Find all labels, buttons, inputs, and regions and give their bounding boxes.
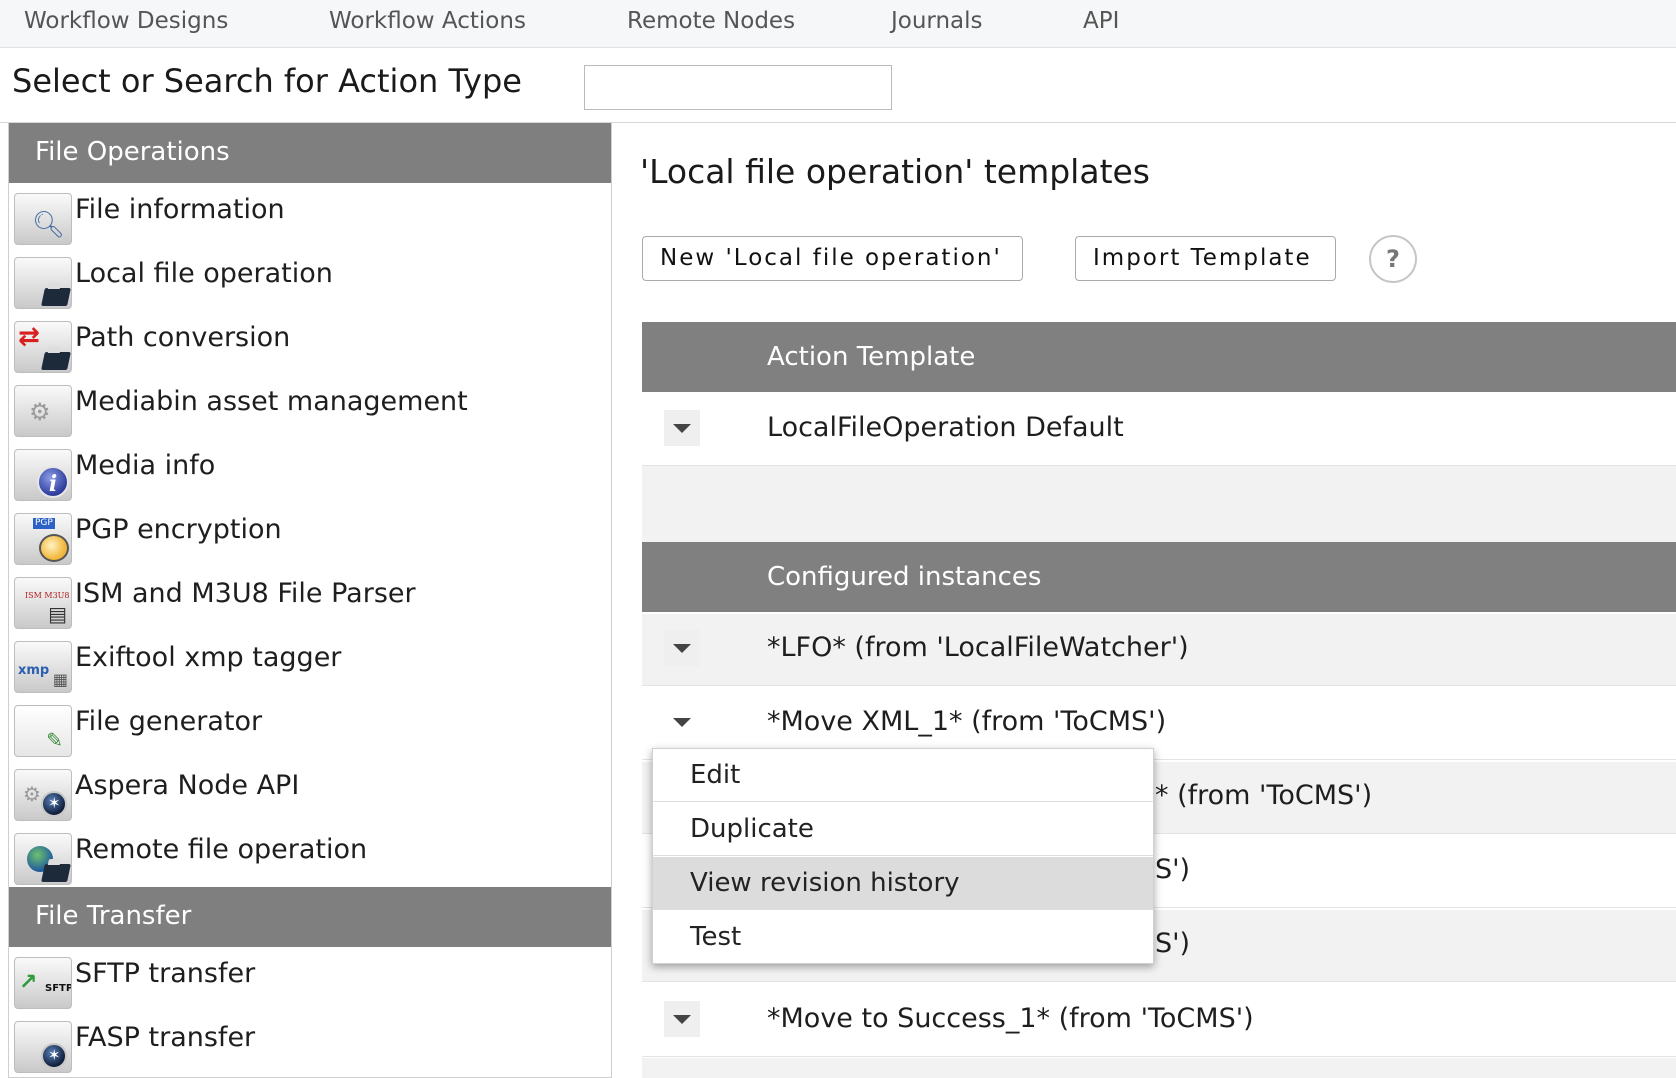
file-information-icon: 🔍︎ xyxy=(14,193,72,245)
pgp-encryption-icon: PGP xyxy=(14,513,72,565)
action-item-label: ISM and M3U8 File Parser xyxy=(75,578,416,609)
menu-item-edit[interactable]: Edit xyxy=(653,749,1153,802)
aspera-node-api-icon: ⚙ xyxy=(14,769,72,821)
row-label: *LFO* (from 'LocalFileWatcher') xyxy=(767,632,1189,663)
action-item-label: Aspera Node API xyxy=(75,770,300,801)
action-item-label: Local file operation xyxy=(75,258,333,289)
spacer-row xyxy=(642,466,1676,542)
action-item-label: PGP encryption xyxy=(75,514,282,545)
row-label: S') xyxy=(1155,928,1191,959)
nav-workflow-actions[interactable]: Workflow Actions xyxy=(329,8,526,34)
chevron-down-icon[interactable] xyxy=(664,1001,700,1037)
action-item-label: File information xyxy=(75,194,285,225)
file-generator-icon: ✎ xyxy=(14,705,72,757)
row-label: LocalFileOperation Default xyxy=(767,412,1124,443)
action-item-pgp-encryption[interactable]: PGP PGP encryption xyxy=(9,503,611,567)
row-label: S') xyxy=(1155,854,1191,885)
action-item-label: SFTP transfer xyxy=(75,958,256,989)
search-title: Select or Search for Action Type xyxy=(12,62,522,100)
configured-instances-header: Configured instances xyxy=(642,542,1676,612)
nav-journals[interactable]: Journals xyxy=(891,8,983,34)
action-item-label: Remote file operation xyxy=(75,834,368,865)
table-row: *Move to Success_1* (from 'ToCMS') xyxy=(642,985,1676,1057)
row-label: *Move to Success_1* (from 'ToCMS') xyxy=(767,1003,1254,1034)
action-item-label: Media info xyxy=(75,450,216,481)
action-item-label: File generator xyxy=(75,706,263,737)
action-item-file-information[interactable]: 🔍︎ File information xyxy=(9,183,611,247)
category-header-file-operations[interactable]: File Operations xyxy=(9,123,611,183)
row-label: * (from 'ToCMS') xyxy=(1155,780,1373,811)
action-item-label: Exiftool xmp tagger xyxy=(75,642,342,673)
action-item-label: FASP transfer xyxy=(75,1022,256,1053)
nav-workflow-designs[interactable]: Workflow Designs xyxy=(24,8,228,34)
media-info-icon: i xyxy=(14,449,72,501)
table-row xyxy=(642,1058,1676,1078)
nav-api[interactable]: API xyxy=(1083,8,1119,34)
action-item-remote-file-operation[interactable]: Remote file operation xyxy=(9,823,611,887)
import-template-button[interactable]: Import Template xyxy=(1075,236,1336,281)
help-icon[interactable]: ? xyxy=(1369,235,1417,283)
new-template-button[interactable]: New 'Local file operation' xyxy=(642,236,1023,281)
nav-remote-nodes[interactable]: Remote Nodes xyxy=(627,8,795,34)
page-title: 'Local file operation' templates xyxy=(640,152,1151,191)
table-row: *LFO* (from 'LocalFileWatcher') xyxy=(642,614,1676,686)
local-file-operation-icon xyxy=(14,257,72,309)
search-input[interactable] xyxy=(584,65,892,110)
action-item-sftp-transfer[interactable]: ↗ SFTP SFTP transfer xyxy=(9,947,611,1011)
action-item-path-conversion[interactable]: ⇄ Path conversion xyxy=(9,311,611,375)
fasp-transfer-icon xyxy=(14,1021,72,1073)
action-type-list: File Operations 🔍︎ File information Loca… xyxy=(8,123,612,1078)
chevron-down-icon[interactable] xyxy=(664,630,700,666)
sftp-transfer-icon: ↗ SFTP xyxy=(14,957,72,1009)
action-item-local-file-operation[interactable]: Local file operation xyxy=(9,247,611,311)
row-label: *Move XML_1* (from 'ToCMS') xyxy=(767,706,1167,737)
chevron-down-icon[interactable] xyxy=(664,704,700,740)
chevron-down-icon[interactable] xyxy=(664,410,700,446)
action-item-media-info[interactable]: i Media info xyxy=(9,439,611,503)
ism-m3u8-parser-icon: ISM M3U8 ▤ xyxy=(14,577,72,629)
action-template-header: Action Template xyxy=(642,322,1676,392)
action-item-label: Mediabin asset management xyxy=(75,386,468,417)
action-item-mediabin[interactable]: ⚙ Mediabin asset management xyxy=(9,375,611,439)
action-item-ism-m3u8-parser[interactable]: ISM M3U8 ▤ ISM and M3U8 File Parser xyxy=(9,567,611,631)
remote-file-operation-icon xyxy=(14,833,72,885)
top-nav: Workflow Designs Workflow Actions Remote… xyxy=(0,0,1676,48)
action-item-aspera-node-api[interactable]: ⚙ Aspera Node API xyxy=(9,759,611,823)
action-item-label: Path conversion xyxy=(75,322,291,353)
menu-item-duplicate[interactable]: Duplicate xyxy=(653,803,1153,856)
context-menu: Edit Duplicate View revision history Tes… xyxy=(652,748,1154,964)
exiftool-xmp-icon: xmp ▦ xyxy=(14,641,72,693)
category-header-file-transfer[interactable]: File Transfer xyxy=(9,887,611,947)
action-item-file-generator[interactable]: ✎ File generator xyxy=(9,695,611,759)
mediabin-icon: ⚙ xyxy=(14,385,72,437)
action-item-fasp-transfer[interactable]: FASP transfer xyxy=(9,1011,611,1075)
menu-item-test[interactable]: Test xyxy=(653,911,1153,964)
path-conversion-icon: ⇄ xyxy=(14,321,72,373)
action-item-exiftool-xmp[interactable]: xmp ▦ Exiftool xmp tagger xyxy=(9,631,611,695)
table-row: LocalFileOperation Default xyxy=(642,394,1676,466)
menu-item-view-revision-history[interactable]: View revision history xyxy=(653,857,1153,910)
